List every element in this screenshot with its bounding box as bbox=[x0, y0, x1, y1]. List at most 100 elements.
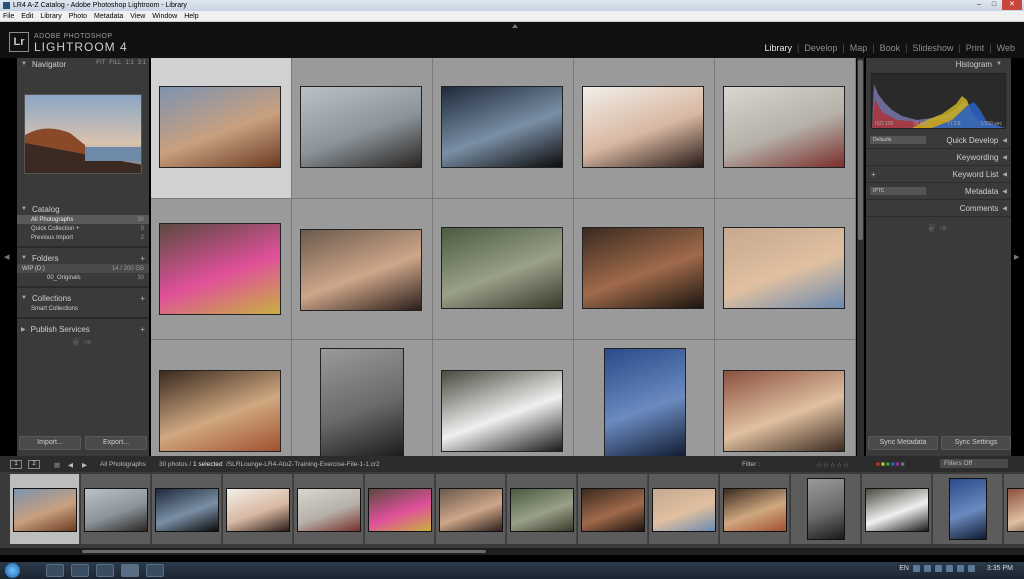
language-indicator[interactable]: EN bbox=[899, 565, 909, 572]
module-map[interactable]: Map bbox=[845, 43, 873, 53]
zoom-3-1[interactable]: 3:1 bbox=[138, 60, 146, 66]
grid-cell[interactable] bbox=[292, 199, 433, 340]
grid-view-icon[interactable]: ▦ bbox=[54, 461, 60, 469]
metadata-preset-select[interactable]: IPTC bbox=[870, 187, 926, 195]
photo-thumbnail[interactable] bbox=[320, 348, 404, 456]
tray-icon[interactable] bbox=[945, 565, 953, 572]
tray-icon[interactable] bbox=[923, 565, 931, 572]
filmstrip-cell[interactable] bbox=[791, 474, 861, 544]
filmstrip-thumbnail[interactable] bbox=[368, 488, 432, 532]
photo-thumbnail[interactable] bbox=[441, 86, 563, 168]
catalog-item-quick-collection[interactable]: Quick Collection + 0 bbox=[17, 224, 149, 233]
filmstrip-thumbnail[interactable] bbox=[807, 478, 845, 540]
catalog-item-previous-import[interactable]: Previous Import 2 bbox=[17, 233, 149, 242]
metadata-header[interactable]: IPTC Metadata ◀ bbox=[866, 183, 1011, 200]
filmstrip-cell[interactable] bbox=[10, 474, 80, 544]
rating-filter-stars[interactable]: ☆☆☆☆☆ bbox=[816, 461, 850, 469]
grid-cell[interactable] bbox=[151, 58, 292, 199]
menu-help[interactable]: Help bbox=[184, 13, 198, 20]
clock[interactable]: 3:35 PM bbox=[987, 565, 1013, 572]
comments-header[interactable]: Comments ◀ bbox=[866, 200, 1011, 217]
top-panel-toggle-icon[interactable] bbox=[512, 24, 518, 28]
filmstrip-cell[interactable] bbox=[720, 474, 790, 544]
taskbar-app-button[interactable] bbox=[146, 564, 164, 577]
module-library[interactable]: Library bbox=[759, 43, 797, 53]
navigator-header[interactable]: ▼ Navigator FIT FILL 1:1 3:1 bbox=[17, 58, 149, 70]
grid-cell[interactable] bbox=[574, 340, 715, 456]
collection-item-smart-collections[interactable]: Smart Collections bbox=[17, 304, 149, 313]
grid-cell[interactable] bbox=[151, 199, 292, 340]
filmstrip-cell[interactable] bbox=[365, 474, 435, 544]
grid-cell[interactable] bbox=[715, 340, 856, 456]
grid-cell[interactable] bbox=[715, 199, 856, 340]
volume-icon[interactable] bbox=[967, 565, 975, 572]
catalog-header[interactable]: ▼ Catalog bbox=[17, 203, 149, 215]
photo-thumbnail[interactable] bbox=[723, 370, 845, 452]
add-publish-service-icon[interactable]: + bbox=[140, 325, 145, 334]
grid-scrollbar[interactable] bbox=[857, 58, 864, 456]
histogram-header[interactable]: Histogram ▼ bbox=[866, 58, 1011, 70]
filmstrip-cell[interactable] bbox=[436, 474, 506, 544]
module-book[interactable]: Book bbox=[875, 43, 906, 53]
filmstrip-cell[interactable] bbox=[294, 474, 364, 544]
filmstrip-thumbnail[interactable] bbox=[652, 488, 716, 532]
window-1-button[interactable]: 1 bbox=[10, 460, 22, 469]
grid-cell[interactable] bbox=[574, 58, 715, 199]
window-2-button[interactable]: 2 bbox=[28, 460, 40, 469]
filmstrip-thumbnail[interactable] bbox=[226, 488, 290, 532]
import-button[interactable]: Import... bbox=[19, 436, 81, 450]
sync-metadata-button[interactable]: Sync Metadata bbox=[868, 436, 938, 450]
collections-header[interactable]: ▼ Collections + bbox=[17, 292, 149, 304]
filmstrip-cell[interactable] bbox=[933, 474, 1003, 544]
photo-thumbnail[interactable] bbox=[159, 370, 281, 452]
photo-thumbnail[interactable] bbox=[300, 229, 422, 311]
filmstrip-cell[interactable] bbox=[81, 474, 151, 544]
grid-cell[interactable] bbox=[433, 199, 574, 340]
menu-window[interactable]: Window bbox=[152, 13, 177, 20]
add-folder-icon[interactable]: + bbox=[140, 254, 145, 263]
menu-file[interactable]: File bbox=[3, 13, 14, 20]
folder-item-originals[interactable]: 00_Originals 30 bbox=[17, 273, 149, 282]
module-web[interactable]: Web bbox=[992, 43, 1020, 53]
grid-cell[interactable] bbox=[151, 340, 292, 456]
taskbar-app-button[interactable] bbox=[46, 564, 64, 577]
grid-cell[interactable] bbox=[433, 58, 574, 199]
photo-thumbnail[interactable] bbox=[582, 227, 704, 309]
folders-header[interactable]: ▼ Folders + bbox=[17, 252, 149, 264]
left-panel-toggle-icon[interactable]: ◀ bbox=[4, 253, 9, 261]
grid-cell[interactable] bbox=[715, 58, 856, 199]
menu-library[interactable]: Library bbox=[40, 13, 61, 20]
color-label-filter[interactable]: ■■■■■■ bbox=[876, 461, 906, 468]
filmstrip-thumbnail[interactable] bbox=[155, 488, 219, 532]
photo-thumbnail[interactable] bbox=[159, 223, 281, 315]
navigator-preview[interactable] bbox=[24, 94, 142, 174]
zoom-fit[interactable]: FIT bbox=[96, 60, 105, 66]
menu-metadata[interactable]: Metadata bbox=[94, 13, 123, 20]
tray-icon[interactable] bbox=[956, 565, 964, 572]
filmstrip-thumbnail[interactable] bbox=[723, 488, 787, 532]
grid-cell[interactable] bbox=[433, 340, 574, 456]
filmstrip-thumbnail[interactable] bbox=[84, 488, 148, 532]
source-label[interactable]: All Photographs bbox=[100, 461, 146, 468]
close-button[interactable]: ✕ bbox=[1002, 0, 1022, 10]
filmstrip-thumbnail[interactable] bbox=[439, 488, 503, 532]
filmstrip-cell[interactable] bbox=[223, 474, 293, 544]
grid-scrollbar-thumb[interactable] bbox=[858, 60, 863, 240]
filmstrip-thumbnail[interactable] bbox=[581, 488, 645, 532]
module-develop[interactable]: Develop bbox=[799, 43, 842, 53]
publish-services-header[interactable]: ▶ Publish Services + bbox=[17, 323, 149, 335]
photo-thumbnail[interactable] bbox=[300, 86, 422, 168]
tray-icon[interactable] bbox=[912, 565, 920, 572]
filmstrip-scrollbar[interactable] bbox=[0, 548, 1024, 555]
sync-settings-button[interactable]: Sync Settings bbox=[941, 436, 1011, 450]
photo-thumbnail[interactable] bbox=[723, 86, 845, 168]
filmstrip-scrollbar-thumb[interactable] bbox=[82, 550, 486, 553]
maximize-button[interactable]: □ bbox=[987, 0, 1001, 10]
filmstrip-cell[interactable] bbox=[578, 474, 648, 544]
filmstrip-thumbnail[interactable] bbox=[949, 478, 987, 540]
photo-thumbnail[interactable] bbox=[159, 86, 281, 168]
photo-thumbnail[interactable] bbox=[604, 348, 686, 456]
filmstrip-thumbnail[interactable] bbox=[510, 488, 574, 532]
add-collection-icon[interactable]: + bbox=[140, 294, 145, 303]
folder-drive[interactable]: WIP (D:) 14 / 200 GB bbox=[17, 264, 149, 273]
